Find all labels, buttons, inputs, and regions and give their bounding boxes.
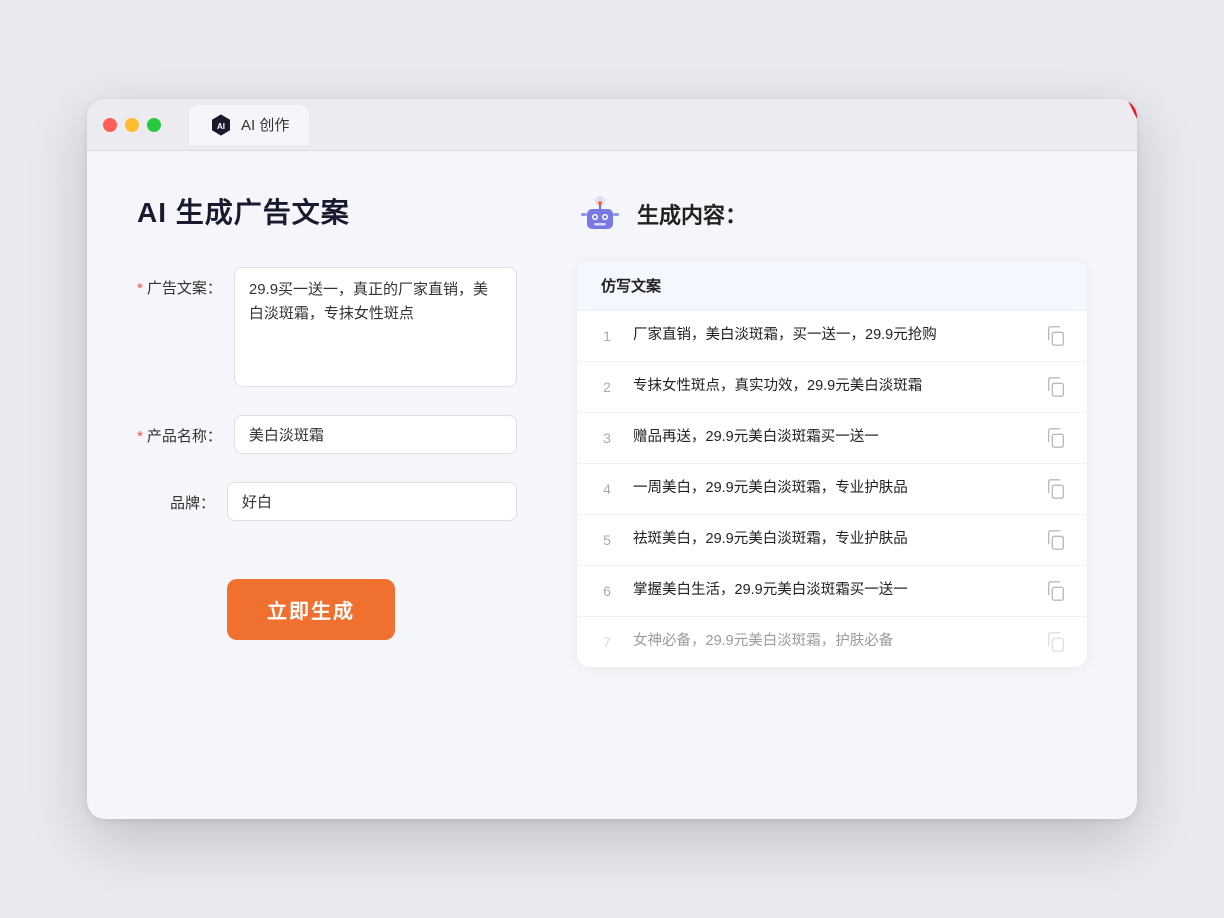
svg-text:AI: AI	[217, 122, 225, 131]
result-row[interactable]: 2 专抹女性斑点，真实功效，29.9元美白淡斑霜	[577, 362, 1087, 413]
copy-icon[interactable]	[1045, 376, 1067, 398]
row-number: 5	[597, 532, 617, 548]
row-number: 1	[597, 328, 617, 344]
ad-copy-label: 广告文案：	[137, 267, 234, 298]
browser-window: AI AI 创作 AI 生成广告文案 广告文案： 29.9买一送一，真正的厂家直…	[87, 99, 1137, 819]
row-text: 厂家直销，美白淡斑霜，买一送一，29.9元抢购	[633, 325, 1029, 347]
copy-icon[interactable]	[1045, 478, 1067, 500]
right-panel: 生成内容： 仿写文案 1 厂家直销，美白淡斑霜，买一送一，29.9元抢购 2 专抹女…	[577, 191, 1087, 771]
copy-icon[interactable]	[1045, 580, 1067, 602]
copy-icon	[1045, 631, 1067, 653]
close-button[interactable]	[103, 118, 117, 132]
row-number: 3	[597, 430, 617, 446]
result-row[interactable]: 4 一周美白，29.9元美白淡斑霜，专业护肤品	[577, 464, 1087, 515]
results-list: 1 厂家直销，美白淡斑霜，买一送一，29.9元抢购 2 专抹女性斑点，真实功效，29…	[577, 311, 1087, 667]
result-row[interactable]: 3 赠品再送，29.9元美白淡斑霜买一送一	[577, 413, 1087, 464]
left-panel: AI 生成广告文案 广告文案： 29.9买一送一，真正的厂家直销，美白淡斑霜，专…	[137, 191, 517, 771]
row-number: 6	[597, 583, 617, 599]
right-header: 生成内容：	[577, 191, 1087, 237]
row-text: 祛斑美白，29.9元美白淡斑霜，专业护肤品	[633, 529, 1029, 551]
tab-label: AI 创作	[241, 114, 289, 135]
active-tab[interactable]: AI AI 创作	[189, 105, 309, 145]
row-number: 2	[597, 379, 617, 395]
result-table-header: 仿写文案	[577, 261, 1087, 311]
product-name-label: 产品名称：	[137, 415, 234, 446]
result-row: 7 女神必备，29.9元美白淡斑霜，护肤必备	[577, 617, 1087, 667]
row-text: 专抹女性斑点，真实功效，29.9元美白淡斑霜	[633, 376, 1029, 398]
result-row[interactable]: 1 厂家直销，美白淡斑霜，买一送一，29.9元抢购	[577, 311, 1087, 362]
maximize-button[interactable]	[147, 118, 161, 132]
main-content: AI 生成广告文案 广告文案： 29.9买一送一，真正的厂家直销，美白淡斑霜，专…	[87, 151, 1137, 811]
minimize-button[interactable]	[125, 118, 139, 132]
ad-copy-input[interactable]: 29.9买一送一，真正的厂家直销，美白淡斑霜，专抹女性斑点	[234, 267, 517, 387]
result-row[interactable]: 5 祛斑美白，29.9元美白淡斑霜，专业护肤品	[577, 515, 1087, 566]
row-number: 4	[597, 481, 617, 497]
row-text: 一周美白，29.9元美白淡斑霜，专业护肤品	[633, 478, 1029, 500]
brand-group: 品牌：	[137, 482, 517, 521]
title-bar: AI AI 创作	[87, 99, 1137, 151]
row-text: 女神必备，29.9元美白淡斑霜，护肤必备	[633, 631, 1029, 653]
result-table: 仿写文案 1 厂家直销，美白淡斑霜，买一送一，29.9元抢购 2 专抹女性斑点，真实…	[577, 261, 1087, 667]
result-row[interactable]: 6 掌握美白生活，29.9元美白淡斑霜买一送一	[577, 566, 1087, 617]
generate-button[interactable]: 立即生成	[227, 579, 395, 640]
copy-icon[interactable]	[1045, 325, 1067, 347]
brand-input[interactable]	[227, 482, 517, 521]
ai-tab-icon: AI	[209, 113, 233, 137]
product-name-input[interactable]	[234, 415, 517, 454]
brand-label: 品牌：	[137, 482, 227, 513]
copy-icon[interactable]	[1045, 529, 1067, 551]
copy-icon[interactable]	[1045, 427, 1067, 449]
page-title: AI 生成广告文案	[137, 191, 517, 231]
robot-icon	[577, 191, 623, 237]
ad-copy-group: 广告文案： 29.9买一送一，真正的厂家直销，美白淡斑霜，专抹女性斑点	[137, 267, 517, 387]
row-text: 掌握美白生活，29.9元美白淡斑霜买一送一	[633, 580, 1029, 602]
traffic-lights	[103, 118, 161, 132]
row-number: 7	[597, 634, 617, 650]
product-name-group: 产品名称：	[137, 415, 517, 454]
row-text: 赠品再送，29.9元美白淡斑霜买一送一	[633, 427, 1029, 449]
right-panel-title: 生成内容：	[637, 198, 747, 230]
